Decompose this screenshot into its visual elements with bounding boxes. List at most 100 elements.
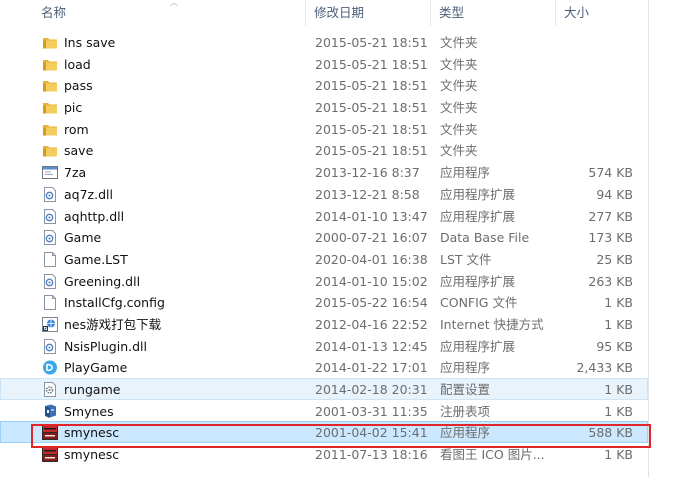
file-row[interactable]: 7za 2013-12-16 8:37 应用程序 574 KB [0,161,648,183]
file-size: 94 KB [596,186,633,202]
column-header-date[interactable]: 修改日期 [314,4,364,22]
file-size: 1 KB [604,316,633,332]
file-name: aq7z.dll [64,186,113,202]
file-row[interactable]: Smynes 2001-03-31 11:35 注册表项 1 KB [0,400,648,422]
pane-border [648,0,649,477]
file-type: LST 文件 [440,251,492,267]
dll-file-icon [42,208,58,224]
smynes-app-icon [42,447,58,463]
file-row[interactable]: pass 2015-05-21 18:51 文件夹 [0,74,648,96]
file-type: 应用程序扩展 [440,186,516,202]
smynes-app-icon [42,425,58,441]
column-header-size[interactable]: 大小 [564,4,589,22]
column-divider[interactable] [305,0,306,26]
column-header-name[interactable]: 名称 [41,4,66,22]
file-list: Ins save 2015-05-21 18:51 文件夹 load 2015-05-2… [0,31,648,465]
file-row[interactable]: Greening.dll 2014-01-10 15:02 应用程序扩展 263 KB [0,270,648,292]
file-row[interactable]: InstallCfg.config 2015-05-22 16:54 CONFIG … [0,291,648,313]
folder-icon [42,143,58,158]
file-row[interactable]: rungame 2014-02-18 20:31 配置设置 1 KB [0,378,648,400]
file-date: 2015-05-21 18:51 [315,121,428,137]
column-header-type[interactable]: 类型 [439,4,464,22]
internet-shortcut-icon [42,316,58,332]
file-row[interactable]: aqhttp.dll 2014-01-10 13:47 应用程序扩展 277 KB [0,205,648,227]
file-row[interactable]: save 2015-05-21 18:51 文件夹 [0,139,648,161]
file-date: 2015-05-21 18:51 [315,143,428,159]
file-type: Data Base File [440,230,530,246]
file-date: 2020-04-01 16:38 [315,251,428,267]
file-name: load [64,56,91,72]
file-row[interactable]: Game.LST 2020-04-01 16:38 LST 文件 25 KB [0,248,648,270]
blank-file-icon [42,251,58,267]
file-name: smynesc [64,447,120,463]
dll-file-icon [42,230,58,246]
file-date: 2011-07-13 18:16 [315,447,428,463]
file-name: Smynes [64,403,114,419]
file-row[interactable]: load 2015-05-21 18:51 文件夹 [0,53,648,75]
config-settings-icon [42,382,58,397]
file-size: 25 KB [596,251,633,267]
file-row[interactable]: smynesc 2001-04-02 15:41 应用程序 588 KB [0,421,648,444]
column-divider[interactable] [430,0,431,26]
dll-file-icon [42,186,58,202]
file-date: 2014-01-10 13:47 [315,208,428,224]
app-window-icon [42,165,58,180]
file-type: 应用程序扩展 [440,208,516,224]
column-header-bar: 名称 ︿ 修改日期 类型 大小 [0,0,648,26]
file-type: 文件夹 [440,143,478,159]
file-size: 1 KB [604,382,633,397]
file-name: nes游戏打包下载 [64,316,162,332]
file-name: Ins save [64,35,116,50]
folder-icon [42,57,58,72]
file-size: 277 KB [588,208,633,224]
file-type: 文件夹 [440,35,478,50]
file-name: save [64,143,94,159]
file-date: 2014-02-18 20:31 [315,382,428,397]
file-type: 应用程序扩展 [440,273,516,289]
file-row[interactable]: PlayGame 2014-01-22 17:01 应用程序 2,433 KB [0,356,648,378]
file-size: 1 KB [604,447,633,463]
file-type: 文件夹 [440,100,478,116]
file-name: rom [64,121,89,137]
file-size: 1 KB [604,403,633,419]
file-row[interactable]: aq7z.dll 2013-12-21 8:58 应用程序扩展 94 KB [0,183,648,205]
folder-icon [42,122,58,137]
blank-file-icon [42,295,58,311]
file-size: 95 KB [596,338,633,354]
file-date: 2014-01-22 17:01 [315,360,428,376]
file-name: rungame [64,382,121,397]
file-date: 2000-07-21 16:07 [315,230,428,246]
file-date: 2015-05-21 18:51 [315,78,428,94]
file-type: 应用程序扩展 [440,338,516,354]
file-date: 2015-05-21 18:51 [315,56,428,72]
file-type: CONFIG 文件 [440,295,518,311]
file-size: 1 KB [604,295,633,311]
file-name: smynesc [64,425,120,441]
file-type: 应用程序 [440,360,491,376]
file-name: Game.LST [64,251,128,267]
folder-icon [42,100,58,115]
file-date: 2014-01-10 15:02 [315,273,428,289]
folder-icon [42,35,58,50]
file-name: Game [64,230,102,246]
file-date: 2015-05-21 18:51 [315,35,428,50]
file-type: 文件夹 [440,78,478,94]
file-row[interactable]: pic 2015-05-21 18:51 文件夹 [0,96,648,118]
file-row[interactable]: Game 2000-07-21 16:07 Data Base File 173 KB [0,226,648,248]
registry-icon [42,404,58,419]
file-name: PlayGame [64,360,128,376]
file-row[interactable]: nes游戏打包下载 2012-04-16 22:52 Internet 快捷方式 1 … [0,313,648,335]
file-type: Internet 快捷方式 [440,316,544,332]
column-divider[interactable] [555,0,556,26]
file-date: 2001-04-02 15:41 [315,425,428,441]
file-size: 173 KB [588,230,633,246]
file-size: 263 KB [588,273,633,289]
file-name: pic [64,100,83,116]
file-row[interactable]: Ins save 2015-05-21 18:51 文件夹 [0,31,648,53]
file-name: aqhttp.dll [64,208,125,224]
file-row[interactable]: rom 2015-05-21 18:51 文件夹 [0,118,648,140]
file-size: 574 KB [588,165,633,181]
file-row[interactable]: smynesc 2011-07-13 18:16 看图王 ICO 图片... 1 KB [0,443,648,465]
file-row[interactable]: NsisPlugin.dll 2014-01-13 12:45 应用程序扩展 95 K… [0,335,648,357]
file-name: pass [64,78,93,94]
